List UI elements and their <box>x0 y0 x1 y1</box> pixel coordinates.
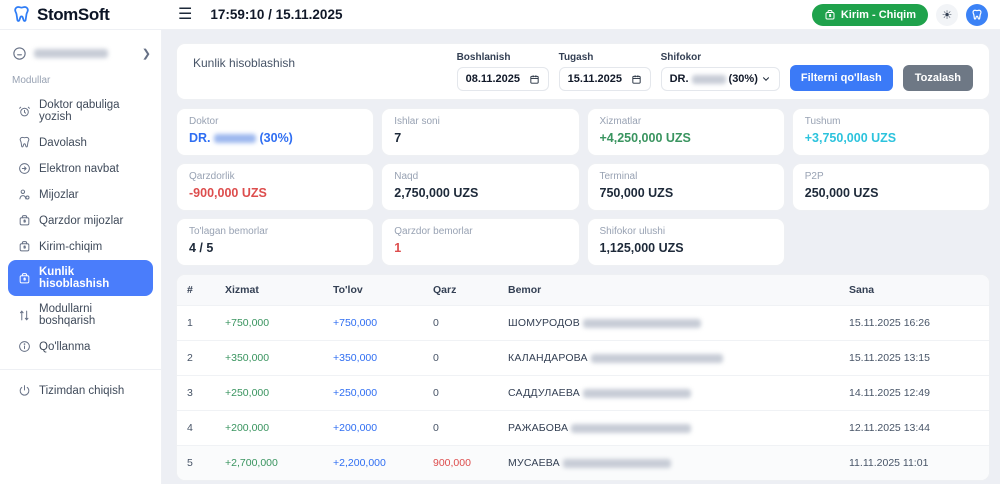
redacted-patient-info <box>571 423 692 433</box>
calendar-icon <box>631 74 642 85</box>
sidebar-item-kunlik-hisoblashish[interactable]: Kunlik hisoblashish <box>8 260 153 296</box>
sidebar-section-label: Modullar <box>12 75 51 86</box>
start-date-group: Boshlanish 08.11.2025 <box>456 52 549 91</box>
redacted-patient-info <box>590 353 723 363</box>
sliders-icon <box>18 309 31 322</box>
topbar: StomSoft ☰ 17:59:10 / 15.11.2025 Kirim -… <box>0 0 1000 30</box>
money-bag-icon <box>18 240 31 253</box>
hamburger-menu-icon[interactable]: ☰ <box>178 6 192 23</box>
money-bag-icon <box>824 9 836 21</box>
col-qarz: Qarz <box>423 275 498 306</box>
chevron-right-icon: ❯ <box>141 48 151 60</box>
doctor-select-label: Shifokor <box>660 52 702 63</box>
doctor-select[interactable]: DR. (30%) <box>660 67 780 91</box>
end-date-input[interactable]: 15.11.2025 <box>558 67 651 91</box>
stat-ishlar-soni: Ishlar soni 7 <box>381 108 580 156</box>
stat-empty-slot <box>792 218 990 266</box>
sidebar-item-qollanma[interactable]: Qo'llanma <box>8 334 153 359</box>
start-date-label: Boshlanish <box>456 52 511 63</box>
start-date-input[interactable]: 08.11.2025 <box>456 67 549 91</box>
stat-doktor: Doktor DR. (30%) <box>176 108 375 156</box>
table-header-row: # Xizmat To'lov Qarz Bemor Sana <box>177 275 989 306</box>
stat-qarzdor-bemorlar: Qarzdor bemorlar 1 <box>381 218 580 266</box>
sidebar-user-item[interactable]: ❯ <box>0 38 161 71</box>
redacted-patient-info <box>583 318 702 328</box>
stat-naqd: Naqd 2,750,000 UZS <box>381 163 580 211</box>
table-row[interactable]: 2 +350,000 +350,000 0 КАЛАНДАРОВА 15.11.… <box>177 340 989 376</box>
table-row[interactable]: 4 +200,000 +200,000 0 РАЖАБОВА 12.11.202… <box>177 410 989 446</box>
info-icon <box>18 340 31 353</box>
sidebar-item-modullarni-boshqarish[interactable]: Modullarni boshqarish <box>8 297 153 333</box>
money-bag-icon <box>18 272 31 285</box>
filter-panel: Kunlik hisoblashish Boshlanish 08.11.202… <box>176 43 990 100</box>
chevron-down-icon <box>761 74 771 84</box>
power-icon <box>18 384 31 397</box>
app-logo: StomSoft <box>0 5 162 25</box>
doctor-select-group: Shifokor DR. (30%) <box>660 52 780 91</box>
main-content: Kunlik hisoblashish Boshlanish 08.11.202… <box>162 30 1000 484</box>
redacted-user-name <box>34 49 108 58</box>
redacted-patient-info <box>562 458 671 468</box>
users-icon <box>18 188 31 201</box>
stat-p2p: P2P 250,000 UZS <box>791 163 990 211</box>
money-bag-icon <box>18 214 31 227</box>
stat-tushum: Tushum +3,750,000 UZS <box>791 108 990 156</box>
col-xizmat: Xizmat <box>215 275 323 306</box>
col-num: # <box>177 275 215 306</box>
end-date-group: Tugash 15.11.2025 <box>558 52 651 91</box>
page-title: Kunlik hisoblashish <box>193 56 296 70</box>
transactions-table: # Xizmat To'lov Qarz Bemor Sana 1 +750,0… <box>176 274 990 481</box>
sidebar-divider <box>0 369 161 370</box>
stat-tolagan-bemorlar: To'lagan bemorlar 4 / 5 <box>176 218 375 266</box>
sidebar-item-qarzdor-mijozlar[interactable]: Qarzdor mijozlar <box>8 208 153 233</box>
theme-sun-icon[interactable]: ☀ <box>936 3 958 26</box>
sidebar: ❯ Modullar Doktor qabuliga yozish Davola… <box>0 30 162 484</box>
end-date-label: Tugash <box>558 52 594 63</box>
stats-grid: Doktor DR. (30%) Ishlar soni 7 Xizmatlar… <box>176 108 990 266</box>
alarm-clock-icon <box>18 105 31 118</box>
tooth-logo-icon <box>12 5 31 24</box>
redacted-patient-info <box>583 388 692 398</box>
sidebar-item-mijozlar[interactable]: Mijozlar <box>8 182 153 207</box>
calendar-icon <box>529 74 540 85</box>
redacted-doctor-name <box>214 134 257 144</box>
tooth-icon <box>972 9 982 20</box>
tooth-icon <box>18 136 31 149</box>
sidebar-item-kirim-chiqim[interactable]: Kirim-chiqim <box>8 234 153 259</box>
stat-terminal: Terminal 750,000 UZS <box>586 163 785 211</box>
app-title: StomSoft <box>37 4 110 24</box>
redacted-doctor-name <box>691 74 726 84</box>
stat-shifokor-ulushi: Shifokor ulushi 1,125,000 UZS <box>586 218 785 266</box>
clinic-icon <box>12 46 27 61</box>
stat-xizmatlar: Xizmatlar +4,250,000 UZS <box>586 108 785 156</box>
kirim-chiqim-button[interactable]: Kirim - Chiqim <box>811 3 928 26</box>
table-row[interactable]: 1 +750,000 +750,000 0 ШОМУРОДОВ 15.11.20… <box>177 305 989 341</box>
logout-button[interactable]: Tizimdan chiqish <box>8 378 153 403</box>
avatar[interactable] <box>966 3 988 26</box>
stat-qarzdorlik: Qarzdorlik -900,000 UZS <box>176 163 375 211</box>
apply-filter-button[interactable]: Filterni qo'llash <box>789 65 893 91</box>
col-sana: Sana <box>839 275 989 306</box>
sidebar-item-elektron-navbat[interactable]: Elektron navbat <box>8 156 153 181</box>
col-bemor: Bemor <box>498 275 839 306</box>
arrow-right-circle-icon <box>18 162 31 175</box>
clear-filter-button[interactable]: Tozalash <box>902 65 973 91</box>
clock-datetime: 17:59:10 / 15.11.2025 <box>210 7 343 22</box>
table-row[interactable]: 3 +250,000 +250,000 0 САДДУЛАЕВА 14.11.2… <box>177 375 989 411</box>
sidebar-item-doktor-qabuliga-yozish[interactable]: Doktor qabuliga yozish <box>8 93 153 129</box>
sidebar-item-davolash[interactable]: Davolash <box>8 130 153 155</box>
table-row[interactable]: 5 +2,700,000 +2,200,000 900,000 МУСАЕВА … <box>177 445 989 480</box>
col-tolov: To'lov <box>323 275 423 306</box>
